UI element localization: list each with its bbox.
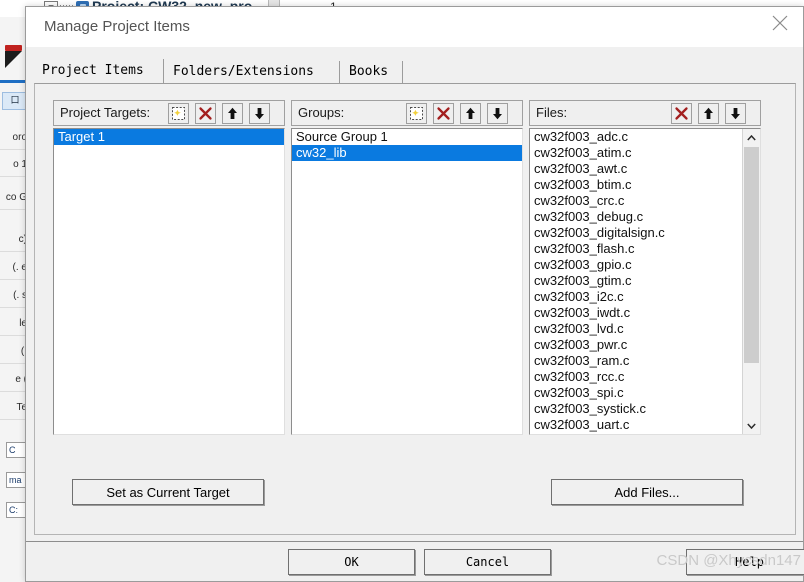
set-as-current-target-button[interactable]: Set as Current Target	[72, 479, 264, 505]
project-targets-label: Project Targets:	[60, 105, 151, 120]
background-fragment: (. e	[0, 255, 28, 280]
list-item[interactable]: cw32f003_pwr.c	[530, 337, 742, 353]
list-item[interactable]: cw32f003_adc.c	[530, 129, 742, 145]
list-item[interactable]: cw32f003_gtim.c	[530, 273, 742, 289]
groups-header: Groups:	[291, 100, 523, 126]
background-fragment: e (	[0, 367, 28, 392]
help-button[interactable]: Help	[686, 549, 804, 575]
groups-column: Groups: Source Group 1 cw32_lib	[291, 100, 523, 435]
list-item[interactable]: cw32_lib	[292, 145, 522, 161]
dialog-body: Project Items Folders/Extensions Books P…	[26, 47, 803, 544]
list-item[interactable]: cw32f003_lvd.c	[530, 321, 742, 337]
list-item[interactable]: Target 1	[54, 129, 284, 145]
files-column: Files: cw32f003_adc.c cw32f003_atim.c cw…	[529, 100, 761, 435]
delete-icon[interactable]	[195, 103, 216, 124]
list-item[interactable]: cw32f003_atim.c	[530, 145, 742, 161]
project-targets-list[interactable]: Target 1	[53, 128, 285, 435]
move-up-icon[interactable]	[698, 103, 719, 124]
files-list-items: cw32f003_adc.c cw32f003_atim.c cw32f003_…	[530, 129, 742, 433]
background-fragment: (.	[0, 339, 28, 364]
cancel-button[interactable]: Cancel	[424, 549, 551, 575]
dialog-title: Manage Project Items	[44, 18, 190, 35]
list-item[interactable]: cw32f003_gpio.c	[530, 257, 742, 273]
groups-list[interactable]: Source Group 1 cw32_lib	[291, 128, 523, 435]
project-targets-header: Project Targets:	[53, 100, 285, 126]
background-fragment: le	[0, 311, 28, 336]
delete-icon[interactable]	[671, 103, 692, 124]
background-fragment: Te	[0, 395, 28, 420]
move-down-icon[interactable]	[725, 103, 746, 124]
background-fragment: oro	[0, 125, 28, 150]
list-item[interactable]: cw32f003_systick.c	[530, 401, 742, 417]
background-fragment: co G	[0, 185, 28, 210]
list-item[interactable]: cw32f003_digitalsign.c	[530, 225, 742, 241]
move-down-icon[interactable]	[487, 103, 508, 124]
screenshot-root: − Project: CW32_new_pro 1 口 oro o 1 co G…	[0, 0, 804, 582]
list-item[interactable]: cw32f003_debug.c	[530, 209, 742, 225]
close-icon[interactable]	[757, 7, 803, 37]
tabstrip: Project Items Folders/Extensions Books	[34, 59, 794, 84]
list-item[interactable]: cw32f003_rcc.c	[530, 369, 742, 385]
background-fragment: o 1	[0, 152, 28, 177]
chevron-down-icon[interactable]	[743, 417, 760, 434]
scrollbar-thumb[interactable]	[744, 147, 759, 363]
files-header: Files:	[529, 100, 761, 126]
new-item-icon[interactable]	[406, 103, 427, 124]
files-list[interactable]: cw32f003_adc.c cw32f003_atim.c cw32f003_…	[529, 128, 761, 435]
files-scrollbar[interactable]	[742, 129, 760, 434]
dialog-titlebar: Manage Project Items	[26, 7, 803, 47]
list-item[interactable]: cw32f003_flash.c	[530, 241, 742, 257]
list-item[interactable]: cw32f003_btim.c	[530, 177, 742, 193]
dialog-footer: OK Cancel Help CSDN @Xhycsdn147	[26, 541, 804, 581]
list-item[interactable]: Source Group 1	[292, 129, 522, 145]
list-item[interactable]: cw32f003_iwdt.c	[530, 305, 742, 321]
delete-icon[interactable]	[433, 103, 454, 124]
move-down-icon[interactable]	[249, 103, 270, 124]
tab-folders-extensions[interactable]: Folders/Extensions	[165, 61, 340, 83]
add-files-button[interactable]: Add Files...	[551, 479, 743, 505]
background-fragment: c)	[0, 227, 28, 252]
list-item[interactable]: cw32f003_awt.c	[530, 161, 742, 177]
list-item[interactable]: cw32f003_uart.c	[530, 417, 742, 433]
move-up-icon[interactable]	[460, 103, 481, 124]
background-fragment: (. s	[0, 283, 28, 308]
move-up-icon[interactable]	[222, 103, 243, 124]
new-item-icon[interactable]	[168, 103, 189, 124]
chevron-up-icon[interactable]	[743, 129, 760, 146]
list-item[interactable]: cw32f003_ram.c	[530, 353, 742, 369]
background-accent-line	[0, 80, 28, 83]
list-item[interactable]: cw32f003_i2c.c	[530, 289, 742, 305]
list-item[interactable]: cw32f003_crc.c	[530, 193, 742, 209]
keil-logo-icon	[2, 45, 26, 75]
tab-books[interactable]: Books	[341, 61, 403, 83]
tab-project-items[interactable]: Project Items	[34, 59, 164, 84]
manage-project-items-dialog: Manage Project Items Project Items Folde…	[25, 6, 804, 582]
groups-label: Groups:	[298, 105, 345, 120]
files-label: Files:	[536, 105, 568, 120]
list-item[interactable]: cw32f003_spi.c	[530, 385, 742, 401]
project-targets-column: Project Targets: Target 1	[53, 100, 285, 435]
ok-button[interactable]: OK	[288, 549, 415, 575]
